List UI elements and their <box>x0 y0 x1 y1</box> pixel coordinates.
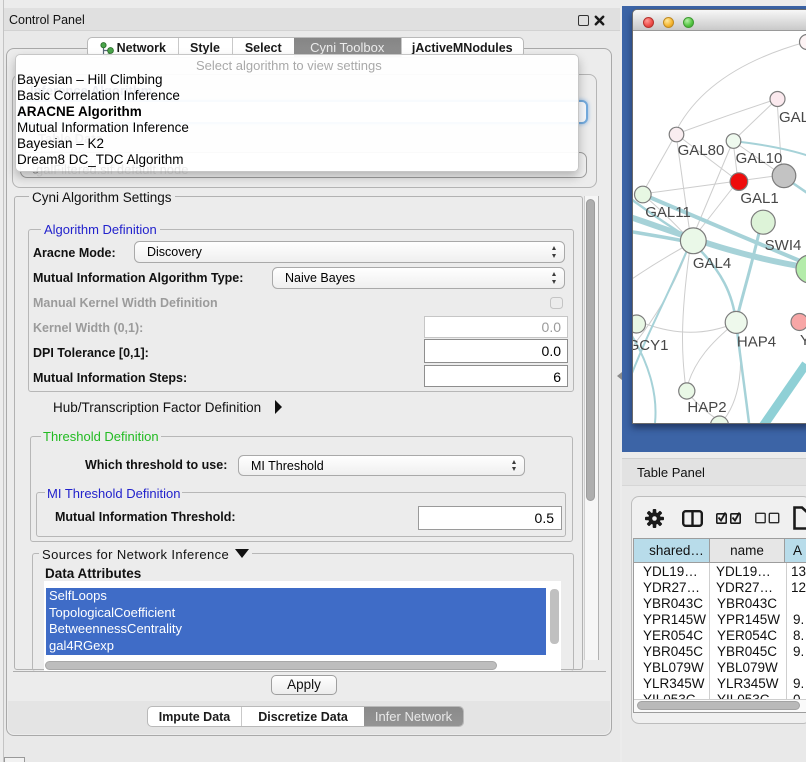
svg-text:GAL2: GAL2 <box>779 109 806 126</box>
svg-text:GCY1: GCY1 <box>633 337 668 354</box>
svg-text:GAL11: GAL11 <box>645 204 691 221</box>
svg-text:SWI4: SWI4 <box>765 237 802 254</box>
svg-text:Y: Y <box>800 332 806 349</box>
svg-text:GAL1: GAL1 <box>740 190 778 207</box>
svg-text:HAP2: HAP2 <box>687 399 726 416</box>
svg-text:HAP4: HAP4 <box>737 334 776 351</box>
svg-text:GAL10: GAL10 <box>736 150 783 167</box>
svg-text:GAL4: GAL4 <box>693 255 731 272</box>
svg-text:GAL80: GAL80 <box>678 142 725 159</box>
